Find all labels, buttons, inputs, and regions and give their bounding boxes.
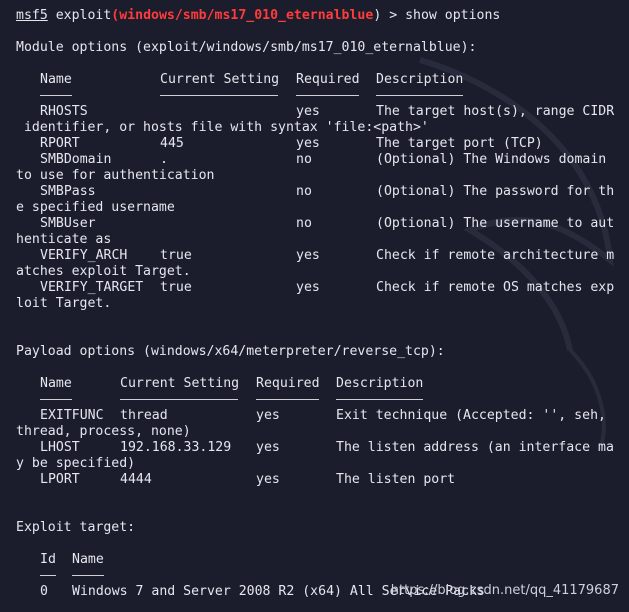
prompt-word: exploit bbox=[55, 8, 112, 23]
option-description: (Optional) The password for th bbox=[376, 184, 615, 199]
option-description-continued: to use for authentication bbox=[16, 168, 215, 183]
option-name: RHOSTS bbox=[40, 104, 88, 119]
option-name: EXITFUNC bbox=[40, 408, 104, 423]
command-prompt-line[interactable]: msf5 exploit(windows/smb/ms17_010_eterna… bbox=[16, 8, 500, 24]
header-rule bbox=[336, 399, 423, 400]
target-id: 0 bbox=[40, 584, 48, 599]
payload-options-header-row: Name Current Setting Required Descriptio… bbox=[0, 376, 629, 392]
exploit-target-heading: Exploit target: bbox=[16, 520, 136, 535]
option-description: Check if remote OS matches exp bbox=[376, 280, 615, 295]
terminal-window[interactable]: msf5 exploit(windows/smb/ms17_010_eterna… bbox=[0, 0, 629, 612]
option-name: LPORT bbox=[40, 472, 80, 487]
option-setting: 192.168.33.129 bbox=[120, 440, 232, 455]
option-setting: 445 bbox=[160, 136, 184, 151]
header-rule bbox=[120, 399, 238, 400]
table-row: VERIFY_ARCH true yes Check if remote arc… bbox=[0, 248, 629, 264]
table-row: LPORT 4444 yes The listen port bbox=[0, 472, 629, 488]
payload-options-heading: Payload options (windows/x64/meterpreter… bbox=[16, 344, 445, 359]
column-header-id: Id bbox=[40, 552, 56, 567]
column-header-description: Description bbox=[376, 72, 464, 87]
option-name: LHOST bbox=[40, 440, 80, 455]
option-description: The listen port bbox=[336, 472, 456, 487]
option-setting: 4444 bbox=[120, 472, 152, 487]
header-rule bbox=[40, 95, 72, 96]
module-options-header-row: Name Current Setting Required Descriptio… bbox=[0, 72, 629, 88]
option-description: (Optional) The username to aut bbox=[376, 216, 615, 231]
option-description: The listen address (an interface ma bbox=[336, 440, 614, 455]
option-required: no bbox=[296, 184, 312, 199]
column-header-description: Description bbox=[336, 376, 424, 391]
watermark-url: https://blog.csdn.net/qq_41179687 bbox=[390, 583, 619, 598]
column-header-required: Required bbox=[296, 72, 360, 87]
option-required: yes bbox=[296, 280, 320, 295]
option-required: yes bbox=[256, 472, 280, 487]
column-header-current-setting: Current Setting bbox=[160, 72, 280, 87]
column-header-name: Name bbox=[40, 376, 72, 391]
header-rule bbox=[40, 399, 72, 400]
option-description: Check if remote architecture m bbox=[376, 248, 615, 263]
option-description-continued: y be specified) bbox=[16, 456, 136, 471]
option-name: SMBPass bbox=[40, 184, 96, 199]
option-description-continued: e specified username bbox=[16, 200, 175, 215]
option-description: Exit technique (Accepted: '', seh, bbox=[336, 408, 606, 423]
option-required: yes bbox=[296, 104, 320, 119]
column-header-current-setting: Current Setting bbox=[120, 376, 240, 391]
option-name: VERIFY_TARGET bbox=[40, 280, 144, 295]
prompt-program: msf5 bbox=[16, 8, 48, 23]
header-rule bbox=[256, 399, 319, 400]
option-required: no bbox=[296, 216, 312, 231]
option-required: yes bbox=[296, 136, 320, 151]
option-description: The target port (TCP) bbox=[376, 136, 543, 151]
header-rule bbox=[376, 95, 463, 96]
option-setting: true bbox=[160, 280, 192, 295]
option-description: The target host(s), range CIDR bbox=[376, 104, 615, 119]
column-header-required: Required bbox=[256, 376, 320, 391]
module-options-heading: Module options (exploit/windows/smb/ms17… bbox=[16, 40, 477, 55]
prompt-module: windows/smb/ms17_010_eternalblue bbox=[119, 8, 374, 23]
option-description-continued: thread, process, none) bbox=[16, 424, 191, 439]
option-name: SMBUser bbox=[40, 216, 96, 231]
header-rule bbox=[160, 95, 278, 96]
option-setting: thread bbox=[120, 408, 168, 423]
table-row: SMBUser no (Optional) The username to au… bbox=[0, 216, 629, 232]
table-row: VERIFY_TARGET true yes Check if remote O… bbox=[0, 280, 629, 296]
column-header-name: Name bbox=[40, 72, 72, 87]
option-description-continued: atches exploit Target. bbox=[16, 264, 191, 279]
option-required: yes bbox=[296, 248, 320, 263]
column-header-name: Name bbox=[72, 552, 104, 567]
option-name: RPORT bbox=[40, 136, 80, 151]
prompt-command: ) > show options bbox=[373, 8, 501, 23]
table-row: RHOSTS yes The target host(s), range CID… bbox=[0, 104, 629, 120]
option-description-continued: loit Target. bbox=[16, 296, 112, 311]
option-setting: . bbox=[160, 152, 168, 167]
exploit-target-header-row: Id Name bbox=[0, 552, 629, 568]
option-required: no bbox=[296, 152, 312, 167]
option-name: SMBDomain bbox=[40, 152, 112, 167]
table-row: SMBDomain . no (Optional) The Windows do… bbox=[0, 152, 629, 168]
option-required: yes bbox=[256, 440, 280, 455]
table-row: EXITFUNC thread yes Exit technique (Acce… bbox=[0, 408, 629, 424]
table-row: SMBPass no (Optional) The password for t… bbox=[0, 184, 629, 200]
header-rule bbox=[40, 575, 56, 576]
header-rule bbox=[72, 575, 104, 576]
option-description: (Optional) The Windows domain bbox=[376, 152, 607, 167]
table-row: RPORT 445 yes The target port (TCP) bbox=[0, 136, 629, 152]
option-setting: true bbox=[160, 248, 192, 263]
option-name: VERIFY_ARCH bbox=[40, 248, 128, 263]
table-row: LHOST 192.168.33.129 yes The listen addr… bbox=[0, 440, 629, 456]
option-required: yes bbox=[256, 408, 280, 423]
option-description-continued: identifier, or hosts file with syntax 'f… bbox=[16, 120, 429, 135]
option-description-continued: henticate as bbox=[16, 232, 112, 247]
header-rule bbox=[296, 95, 359, 96]
